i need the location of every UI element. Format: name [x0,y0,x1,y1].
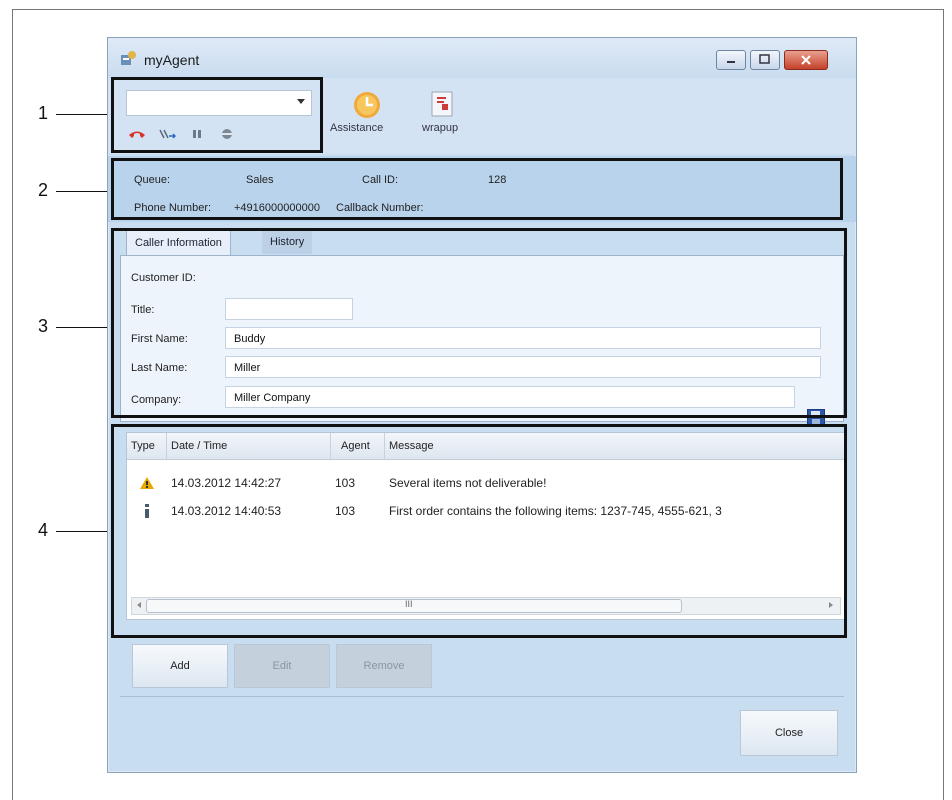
column-type[interactable]: Type [127,433,167,459]
phone-number-value: +4916000000000 [234,202,320,214]
wrapup-label: wrapup [422,122,459,134]
last-name-field[interactable]: Miller [225,356,821,378]
close-icon [801,55,811,65]
title-label: Title: [131,304,155,316]
callout-line-4 [56,531,110,532]
first-name-label: First Name: [131,333,188,345]
assistance-label: Assistance [330,122,384,134]
table-row[interactable]: 14.03.2012 14:40:53 103 First order cont… [127,499,843,523]
column-date-time[interactable]: Date / Time [167,433,331,459]
save-icon[interactable] [807,409,825,427]
first-name-field[interactable]: Buddy [225,327,821,349]
scroll-left-icon[interactable] [134,598,144,612]
edit-button[interactable]: Edit [234,644,330,688]
queue-label: Queue: [134,174,171,186]
add-button[interactable]: Add [132,644,228,688]
minimize-icon [727,61,735,63]
status-combo[interactable] [126,90,312,116]
transfer-icon[interactable] [158,128,176,140]
horizontal-scrollbar[interactable]: III [131,597,841,615]
customer-id-label: Customer ID: [131,272,196,284]
divider [120,696,844,697]
scrollbar-thumb[interactable]: III [146,599,682,613]
row-datetime: 14.03.2012 14:40:53 [171,504,282,518]
call-id-value: 128 [488,174,507,186]
row-agent: 103 [335,476,356,490]
record-icon[interactable] [220,128,234,140]
call-info-panel: Queue: Sales Call ID: 128 Phone Number: … [108,156,856,222]
chevron-down-icon[interactable] [297,99,305,104]
floppy-shape [811,411,820,425]
close-button[interactable]: Close [740,710,838,756]
hangup-icon[interactable] [128,128,146,140]
phone-number-label: Phone Number: [134,202,212,214]
last-name-label: Last Name: [131,362,188,374]
callout-line-2 [56,191,110,192]
grid-header: Type Date / Time Agent Message [127,433,845,460]
caller-tabs: Caller Information History Customer ID: … [120,230,844,427]
title-bar[interactable]: myAgent [108,38,856,78]
caller-information-form: Customer ID: Title: First Name: Buddy La… [120,255,844,427]
row-datetime: 14.03.2012 14:42:27 [171,476,282,490]
callout-number-4: 4 [38,520,49,540]
company-field[interactable]: Miller Company [225,386,795,408]
clock-icon [354,92,380,118]
wrapup-icon [431,91,453,117]
callback-number-label: Callback Number: [336,202,424,214]
callout-line-1 [56,114,110,115]
title-field[interactable] [225,298,353,320]
callout-number-2: 2 [38,180,49,200]
tab-history[interactable]: History [262,230,313,254]
callout-number-3: 3 [38,316,49,336]
callout-line-3 [56,327,110,328]
row-agent: 103 [335,504,356,518]
callout-number-1: 1 [38,103,49,123]
remove-button[interactable]: Remove [336,644,432,688]
close-window-button[interactable] [784,50,828,70]
company-label: Company: [131,394,182,406]
app-icon [121,51,136,65]
scroll-right-icon[interactable] [826,598,836,612]
info-icon [145,504,149,518]
hold-icon[interactable] [190,128,204,140]
row-message: Several items not deliverable! [389,476,547,490]
call-id-label: Call ID: [362,174,399,186]
minimize-button[interactable] [716,50,746,70]
column-message[interactable]: Message [385,433,845,459]
myagent-window: myAgent Assistance wrapup Queue: Sales C… [107,37,857,773]
maximize-button[interactable] [750,50,780,70]
window-title: myAgent [144,52,200,68]
warning-icon [140,477,154,489]
maximize-icon [759,54,770,64]
tab-caller-information[interactable]: Caller Information [126,230,231,255]
row-message: First order contains the following items… [389,504,722,518]
column-agent[interactable]: Agent [331,433,385,459]
table-row[interactable]: 14.03.2012 14:42:27 103 Several items no… [127,471,843,495]
queue-value: Sales [246,174,274,186]
message-grid[interactable]: Type Date / Time Agent Message 14.03.201… [126,432,846,620]
scroll-grip: III [405,599,413,609]
